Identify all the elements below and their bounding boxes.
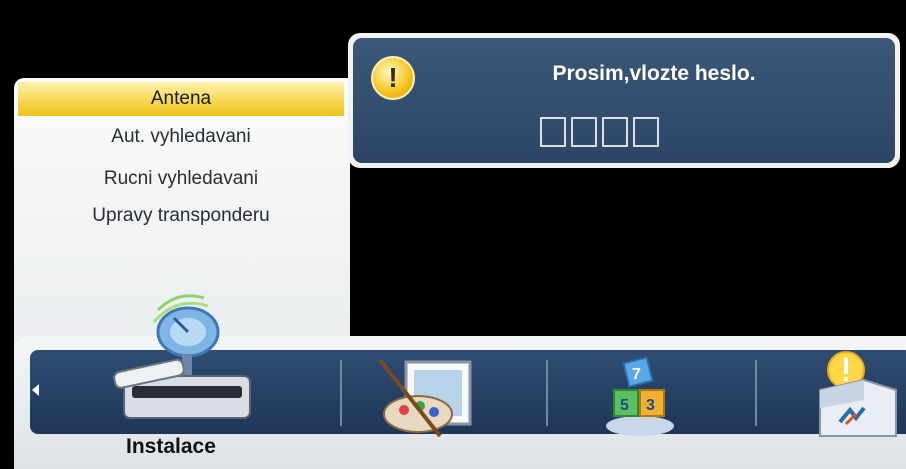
menu-item-antena[interactable]: Antena xyxy=(18,82,344,116)
pin-digit-box[interactable] xyxy=(633,117,659,147)
menu-item-aut-vyhledavani[interactable]: Aut. vyhledavani xyxy=(18,120,344,154)
password-dialog-body: ! Prosim,vlozte heslo. xyxy=(353,38,895,163)
pin-digit-box[interactable] xyxy=(540,117,566,147)
dialog-title: Prosim,vlozte heslo. xyxy=(552,62,756,85)
block-digit-7: 7 xyxy=(632,366,641,383)
password-dialog: ! Prosim,vlozte heslo. xyxy=(348,33,900,168)
block-digit-5: 5 xyxy=(620,397,629,414)
scroll-left-arrow-icon[interactable] xyxy=(32,384,39,396)
pin-digit-box[interactable] xyxy=(602,117,628,147)
palette-icon[interactable] xyxy=(370,356,482,440)
blocks-icon[interactable]: 7 5 3 xyxy=(604,354,676,438)
warning-icon: ! xyxy=(371,56,415,100)
content-area xyxy=(353,168,900,336)
box-icon[interactable] xyxy=(806,350,906,440)
menu-item-rucni-vyhledavani[interactable]: Rucni vyhledavani xyxy=(18,162,344,196)
bar-divider xyxy=(546,360,548,426)
bar-divider xyxy=(755,360,757,426)
menu-item-upravy-transponderu[interactable]: Upravy transponderu xyxy=(18,199,344,233)
installation-icon[interactable] xyxy=(108,272,278,434)
pin-input[interactable] xyxy=(540,117,659,147)
selected-category-label: Instalace xyxy=(126,435,216,458)
pin-digit-box[interactable] xyxy=(571,117,597,147)
bar-divider xyxy=(340,360,342,426)
block-digit-3: 3 xyxy=(646,397,655,414)
